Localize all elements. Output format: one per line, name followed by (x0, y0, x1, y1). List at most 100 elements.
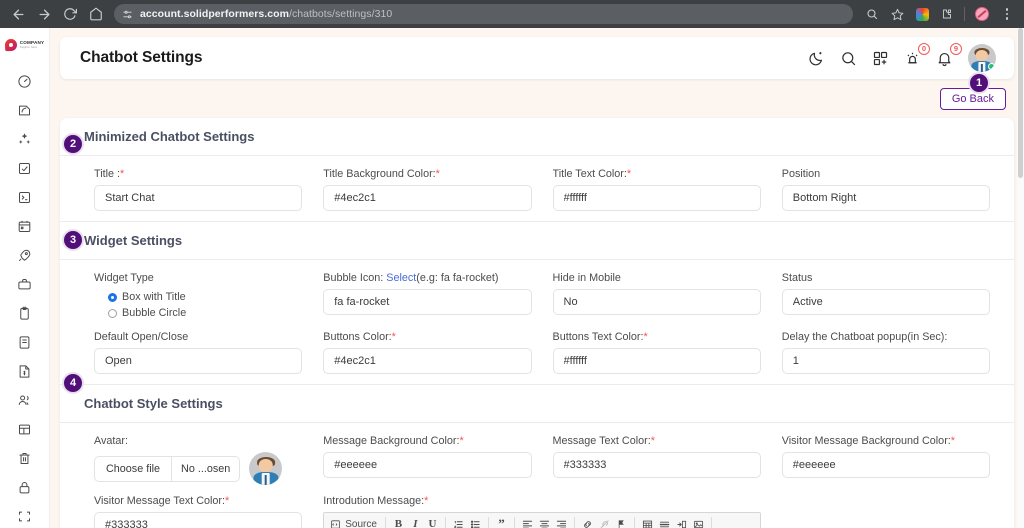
sidebar-item-tasks[interactable] (0, 154, 50, 183)
page-scrollbar[interactable] (1017, 28, 1024, 528)
extensions-puzzle-icon[interactable] (936, 3, 958, 25)
choose-file-button[interactable]: Choose file (95, 456, 173, 481)
sidebar-item-expand[interactable] (0, 502, 50, 528)
align-right-icon[interactable] (553, 516, 570, 528)
main-content: Chatbot Settings 0 9 Go Back Minimized C… (50, 28, 1024, 528)
title-bg-color-input[interactable] (323, 185, 532, 211)
bubble-icon-select-link[interactable]: Select (386, 272, 416, 284)
extension-rainbow-icon[interactable] (911, 3, 933, 25)
status-select[interactable] (781, 289, 990, 315)
link-icon[interactable] (579, 516, 596, 528)
field-hide-in-mobile: Hide in Mobile (552, 272, 761, 321)
scrollbar-thumb[interactable] (1018, 28, 1023, 178)
label-buttons-color: Buttons Color:* (323, 331, 396, 343)
sidebar-item-trash[interactable] (0, 444, 50, 473)
url-path: /chatbots/settings/310 (288, 8, 393, 20)
bubble-icon-input[interactable] (323, 289, 532, 315)
apps-grid-icon[interactable] (872, 50, 889, 67)
sidebar-item-document[interactable] (0, 328, 50, 357)
avatar[interactable] (968, 44, 996, 72)
bulleted-list-icon[interactable] (467, 516, 484, 528)
message-text-color-input[interactable] (552, 452, 761, 478)
default-open-close-select[interactable] (94, 348, 303, 374)
image-icon[interactable] (690, 516, 707, 528)
bold-icon[interactable]: B (390, 516, 407, 528)
field-visitor-msg-text-color: Visitor Message Text Color:* (94, 495, 303, 528)
clipboard-icon (17, 306, 32, 321)
field-visitor-msg-bg-color: Visitor Message Background Color:* (781, 435, 990, 485)
numbered-list-icon[interactable] (450, 516, 467, 528)
sidebar-item-terminal[interactable] (0, 183, 50, 212)
anchor-icon[interactable] (613, 516, 630, 528)
bell-icon[interactable]: 9 (936, 42, 962, 67)
sidebar-item-clipboard[interactable] (0, 299, 50, 328)
rocket-icon (17, 248, 32, 263)
sidebar-item-reports[interactable] (0, 96, 50, 125)
page-break-icon[interactable] (673, 516, 690, 528)
buttons-color-input[interactable] (323, 348, 532, 374)
sidebar-item-modules[interactable] (0, 125, 50, 154)
lock-icon (17, 480, 32, 495)
title-input[interactable] (94, 185, 303, 211)
field-widget-type: Widget Type Box with Title Bubble Circle (94, 272, 302, 321)
zoom-icon[interactable] (861, 3, 883, 25)
sidebar-item-invoice[interactable] (0, 357, 50, 386)
title-text-color-input[interactable] (552, 185, 761, 211)
visitor-msg-bg-color-input[interactable] (781, 452, 990, 478)
forward-arrow-icon[interactable] (32, 2, 56, 26)
sidebar-item-grid[interactable] (0, 415, 50, 444)
address-bar[interactable]: account.solidperformers.com/chatbots/set… (114, 4, 853, 24)
sidebar-item-rocket[interactable] (0, 241, 50, 270)
users-icon (17, 393, 32, 408)
document-icon (17, 335, 32, 350)
label-intro-message: Introdution Message:* (323, 495, 429, 507)
label-buttons-text-color: Buttons Text Color:* (552, 331, 648, 343)
kebab-menu-icon[interactable] (996, 3, 1018, 25)
source-icon[interactable]: Source (328, 519, 381, 528)
sidebar-item-lock[interactable] (0, 473, 50, 502)
site-settings-icon[interactable] (122, 9, 133, 20)
italic-icon[interactable]: I (407, 516, 424, 528)
underline-icon[interactable]: U (424, 516, 441, 528)
url-domain: account.solidperformers.com (140, 8, 289, 20)
field-buttons-color: Buttons Color:* (323, 331, 532, 374)
align-center-icon[interactable] (536, 516, 553, 528)
visitor-msg-text-color-input[interactable] (94, 512, 303, 528)
hide-in-mobile-select[interactable] (552, 289, 761, 315)
radio-bubble-circle[interactable]: Bubble Circle (108, 305, 302, 321)
field-intro-message: Introdution Message:* Source B I U ” (323, 495, 761, 528)
horizontal-rule-icon[interactable] (656, 516, 673, 528)
home-icon[interactable] (84, 2, 108, 26)
sidebar-item-briefcase[interactable] (0, 270, 50, 299)
sidebar-item-contacts[interactable] (0, 386, 50, 415)
step-badge-3: 3 (62, 229, 84, 251)
back-arrow-icon[interactable] (6, 2, 30, 26)
terminal-icon (17, 190, 32, 205)
search-icon[interactable] (840, 50, 857, 67)
company-logo[interactable]: COMPANY Tagline here (4, 38, 45, 52)
page-body: COMPANY Tagline here Chatbot Settings 0 … (0, 28, 1024, 528)
table-icon[interactable] (639, 516, 656, 528)
label-default-open-close: Default Open/Close (94, 331, 189, 343)
position-select[interactable] (781, 185, 990, 211)
alarm-icon[interactable]: 0 (904, 42, 930, 67)
align-left-icon[interactable] (519, 516, 536, 528)
message-bg-color-input[interactable] (323, 452, 532, 478)
radio-box-with-title[interactable]: Box with Title (108, 289, 302, 305)
reload-icon[interactable] (58, 2, 82, 26)
field-position: Position (781, 168, 990, 211)
field-delay-popup: Delay the Chatboat popup(in Sec): (781, 331, 990, 374)
star-icon[interactable] (886, 3, 908, 25)
online-status-dot (988, 63, 995, 70)
dark-mode-icon[interactable] (808, 50, 825, 67)
step-badge-4: 4 (62, 372, 84, 394)
avatar-file-input[interactable]: Choose file No ...osen (94, 455, 241, 482)
sidebar-item-dashboard[interactable] (0, 67, 50, 96)
buttons-text-color-input[interactable] (552, 348, 761, 374)
delay-popup-input[interactable] (781, 348, 990, 374)
sidebar-item-calendar[interactable] (0, 212, 50, 241)
header-actions: 0 9 (808, 42, 996, 72)
logo-tagline: Tagline here (19, 45, 38, 50)
blockquote-icon[interactable]: ” (493, 516, 510, 528)
extension-blocker-icon[interactable] (971, 3, 993, 25)
